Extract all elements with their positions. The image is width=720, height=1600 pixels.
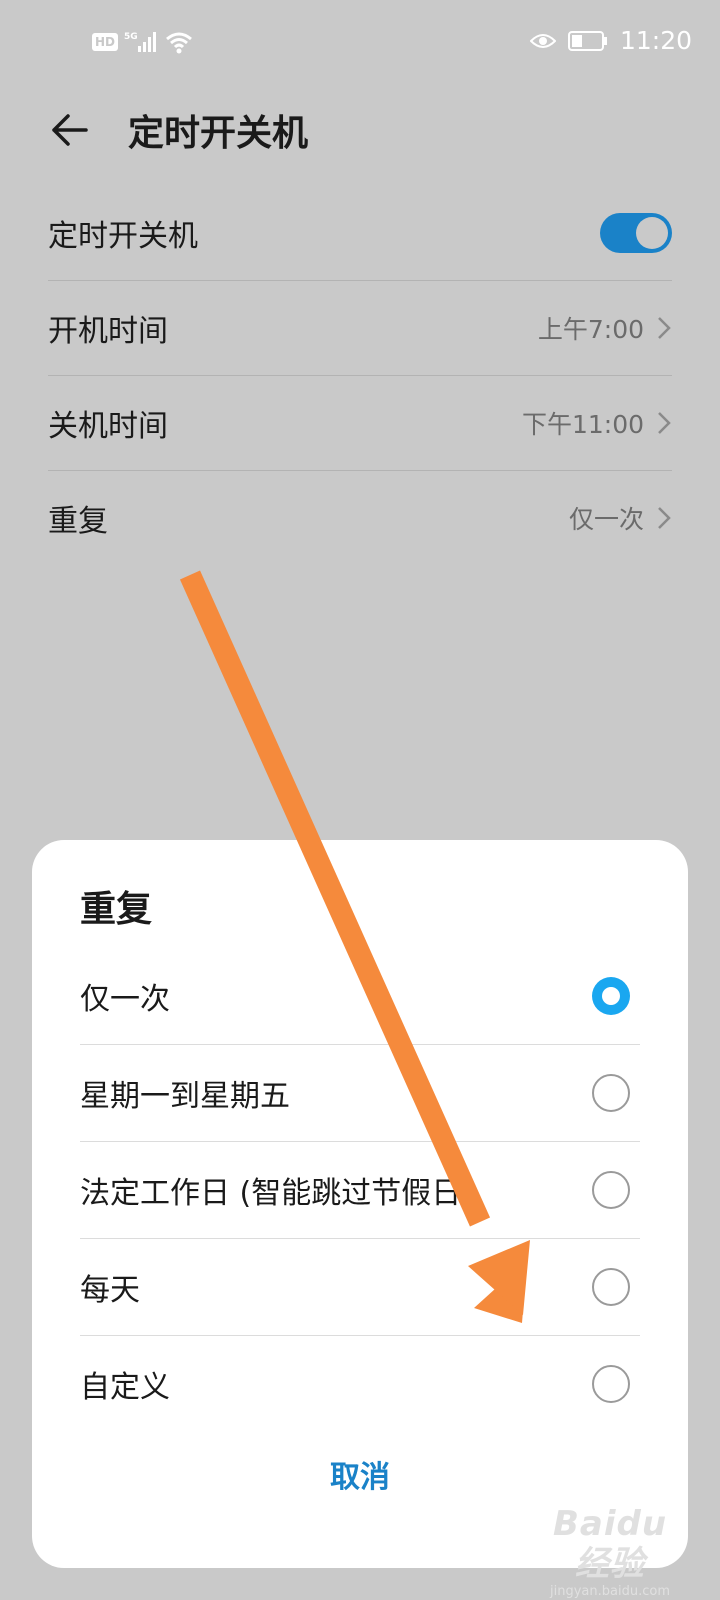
power-on-time-label: 开机时间 xyxy=(48,314,168,349)
watermark-logo: Baidu经验 xyxy=(552,1504,668,1584)
power-off-time-value: 下午11:00 xyxy=(521,410,644,439)
option-workdays[interactable]: 法定工作日 (智能跳过节假日) xyxy=(80,1142,640,1239)
chevron-right-icon xyxy=(658,412,671,434)
back-button[interactable] xyxy=(46,108,96,152)
radio-unselected-icon[interactable] xyxy=(592,1074,630,1112)
watermark-url: jingyan.baidu.com xyxy=(550,1584,670,1599)
status-left: HD 5G xyxy=(92,30,194,54)
back-arrow-icon xyxy=(52,114,88,146)
toggle-knob xyxy=(636,217,668,249)
hd-badge: HD xyxy=(92,33,119,51)
radio-unselected-icon[interactable] xyxy=(592,1365,630,1403)
radio-unselected-icon[interactable] xyxy=(592,1171,630,1209)
power-off-time-label: 关机时间 xyxy=(48,409,168,444)
scheduled-power-row[interactable]: 定时开关机 xyxy=(48,186,672,281)
status-bar: HD 5G 11:20 xyxy=(0,0,720,88)
repeat-options: 仅一次 星期一到星期五 法定工作日 (智能跳过节假日) 每天 自定义 xyxy=(80,948,640,1432)
wifi-icon xyxy=(166,32,192,54)
power-off-time-row[interactable]: 关机时间 下午11:00 xyxy=(48,376,672,471)
chevron-right-icon xyxy=(658,317,671,339)
cancel-button[interactable]: 取消 xyxy=(32,1452,688,1496)
baidu-watermark: Baidu经验 jingyan.baidu.com xyxy=(540,1504,680,1599)
settings-list: 定时开关机 开机时间 上午7:00 关机时间 下午11:00 重复 仅一次 xyxy=(48,186,672,565)
option-custom[interactable]: 自定义 xyxy=(80,1336,640,1432)
option-label: 仅一次 xyxy=(80,982,170,1017)
repeat-right: 仅一次 xyxy=(569,500,672,536)
scheduled-power-toggle[interactable] xyxy=(600,213,672,253)
power-on-time-row[interactable]: 开机时间 上午7:00 xyxy=(48,281,672,376)
option-label: 星期一到星期五 xyxy=(80,1079,290,1114)
status-time: 11:20 xyxy=(619,26,692,55)
power-on-time-value: 上午7:00 xyxy=(537,315,644,344)
power-off-time-right: 下午11:00 xyxy=(522,405,672,441)
battery-icon xyxy=(567,30,607,51)
power-on-time-right: 上午7:00 xyxy=(538,310,672,346)
radio-unselected-icon[interactable] xyxy=(592,1268,630,1306)
scheduled-power-label: 定时开关机 xyxy=(48,219,198,254)
option-daily[interactable]: 每天 xyxy=(80,1239,640,1336)
page-title: 定时开关机 xyxy=(128,113,309,154)
option-label: 法定工作日 (智能跳过节假日) xyxy=(80,1176,473,1211)
repeat-label: 重复 xyxy=(48,504,108,539)
repeat-dialog: 重复 仅一次 星期一到星期五 法定工作日 (智能跳过节假日) 每天 自定义 取消 xyxy=(32,840,688,1568)
option-once[interactable]: 仅一次 xyxy=(80,948,640,1045)
chevron-right-icon xyxy=(658,507,671,529)
radio-selected-icon[interactable] xyxy=(592,977,630,1015)
app-header: 定时开关机 xyxy=(0,88,720,174)
dialog-title: 重复 xyxy=(80,889,153,930)
option-weekdays[interactable]: 星期一到星期五 xyxy=(80,1045,640,1142)
network-label: 5G xyxy=(124,32,138,42)
signal-5g-icon: 5G xyxy=(124,32,157,52)
status-right: 11:20 xyxy=(529,26,692,55)
eye-icon xyxy=(529,33,556,48)
repeat-row[interactable]: 重复 仅一次 xyxy=(48,471,672,565)
option-label: 自定义 xyxy=(80,1370,170,1405)
repeat-value: 仅一次 xyxy=(568,505,644,534)
option-label: 每天 xyxy=(80,1273,140,1308)
